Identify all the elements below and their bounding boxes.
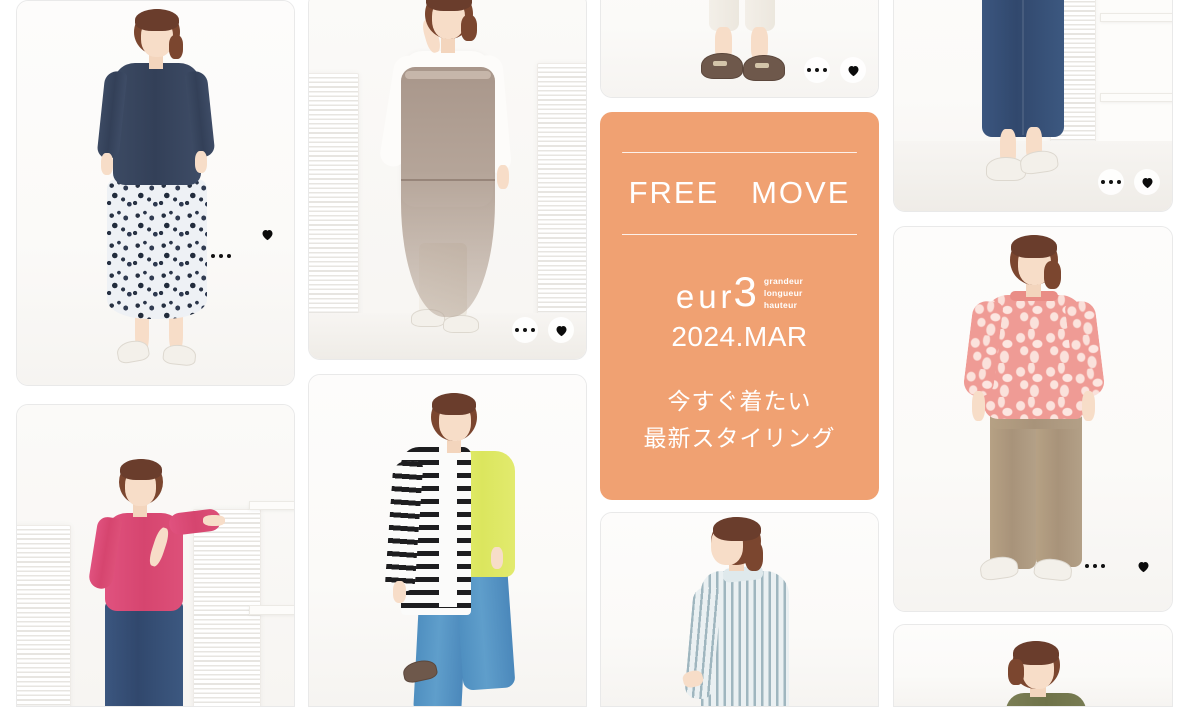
- like-button[interactable]: [548, 317, 574, 343]
- three-dots-icon: [1085, 564, 1105, 568]
- promo-date: 2024.MAR: [671, 321, 808, 352]
- card-photo: [17, 1, 294, 385]
- like-button[interactable]: [840, 57, 866, 83]
- promo-divider-bottom: [622, 234, 857, 235]
- lookbook-card[interactable]: [600, 0, 879, 98]
- brand-subline-grandeur: grandeur: [763, 276, 804, 286]
- heart-filled-icon: [1142, 177, 1152, 188]
- more-options-button[interactable]: [1082, 553, 1108, 579]
- heart-filled-icon: [1138, 561, 1148, 572]
- lookbook-card[interactable]: [893, 624, 1173, 707]
- lookbook-card[interactable]: [893, 0, 1173, 212]
- promo-tagline-line1: 今すぐ着たい: [667, 388, 812, 414]
- heart-filled-icon: [848, 65, 858, 76]
- heart-filled-icon: [262, 229, 272, 240]
- lookbook-card[interactable]: [893, 226, 1173, 612]
- brand-logo: eur 3 grandeur longueur hauteur: [675, 268, 803, 315]
- card-actions[interactable]: [512, 317, 574, 343]
- three-dots-icon: [807, 68, 827, 72]
- more-options-button[interactable]: [1098, 169, 1124, 195]
- card-actions[interactable]: [1082, 553, 1156, 579]
- like-button[interactable]: [254, 221, 280, 247]
- card-actions[interactable]: [804, 57, 866, 83]
- brand-subline-hauteur: hauteur: [763, 300, 798, 311]
- card-photo: [17, 405, 294, 706]
- promo-tagline-line2: 最新スタイリング: [643, 425, 836, 452]
- lookbook-card[interactable]: [16, 404, 295, 707]
- card-actions[interactable]: [208, 221, 280, 269]
- heart-filled-icon: [556, 325, 566, 336]
- lookbook-card[interactable]: [308, 0, 587, 360]
- lookbook-card[interactable]: [16, 0, 295, 386]
- like-button[interactable]: [1130, 553, 1156, 579]
- card-photo: [894, 625, 1172, 706]
- card-photo: [309, 0, 586, 359]
- promo-headline: FREE MOVE: [628, 175, 851, 210]
- three-dots-icon: [1101, 180, 1121, 184]
- brand-sublines: grandeur longueur hauteur: [764, 275, 803, 311]
- card-actions[interactable]: [1098, 169, 1160, 195]
- card-photo: [601, 513, 878, 706]
- promo-banner[interactable]: FREE MOVE eur 3 grandeur longueur hauteu…: [600, 112, 879, 500]
- lookbook-grid: FREE MOVE eur 3 grandeur longueur hauteu…: [0, 0, 1188, 707]
- three-dots-icon: [211, 254, 231, 258]
- brand-number: 3: [733, 268, 757, 315]
- brand-name: eur: [675, 278, 736, 315]
- lookbook-card[interactable]: [308, 374, 587, 707]
- brand-subline-longueur: longueur: [763, 288, 803, 299]
- more-options-button[interactable]: [804, 57, 830, 83]
- more-options-button[interactable]: [512, 317, 538, 343]
- promo-tagline: 今すぐ着たい 最新スタイリング: [644, 383, 836, 458]
- like-button[interactable]: [1134, 169, 1160, 195]
- lookbook-card[interactable]: [600, 512, 879, 707]
- more-options-button[interactable]: [208, 243, 234, 269]
- three-dots-icon: [515, 328, 535, 332]
- card-photo: [309, 375, 586, 706]
